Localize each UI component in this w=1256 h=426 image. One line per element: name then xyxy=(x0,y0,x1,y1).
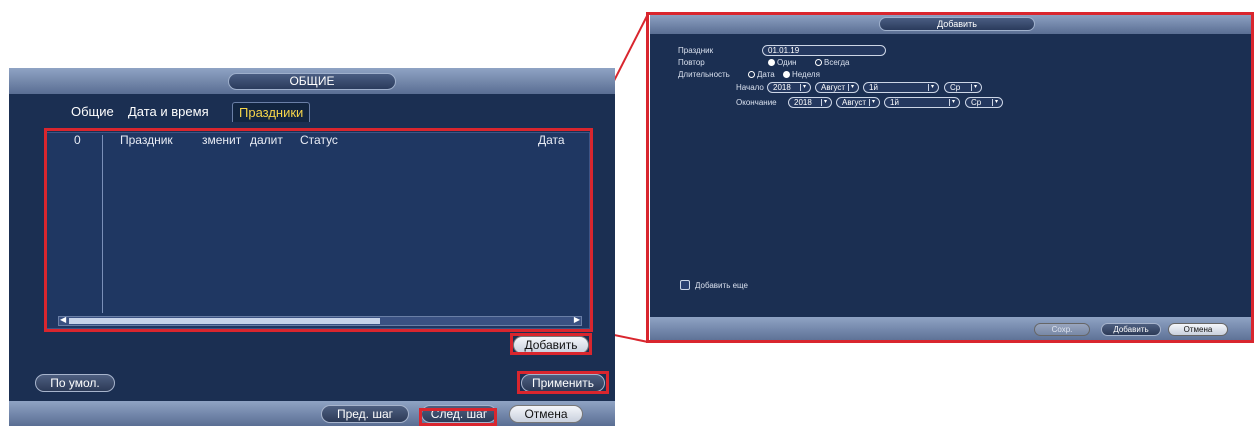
default-button[interactable]: По умол. xyxy=(35,374,115,392)
tab-bar: Общие Дата и время Праздники xyxy=(9,102,615,124)
highlight-table xyxy=(44,128,593,332)
title-bar: ОБЩИЕ xyxy=(9,68,615,94)
tab-date-time[interactable]: Дата и время xyxy=(128,102,209,122)
highlight-next-button xyxy=(419,408,497,426)
bottom-bar: Пред. шаг След. шаг Отмена xyxy=(9,401,615,426)
tab-holidays[interactable]: Праздники xyxy=(232,102,311,122)
highlight-apply-button xyxy=(517,371,609,394)
cancel-button[interactable]: Отмена xyxy=(509,405,583,423)
window-title: ОБЩИЕ xyxy=(228,73,396,90)
highlight-add-button xyxy=(510,333,592,355)
highlight-zoom-window xyxy=(646,12,1254,343)
tab-general[interactable]: Общие xyxy=(71,102,114,122)
prev-step-button[interactable]: Пред. шаг xyxy=(321,405,409,423)
